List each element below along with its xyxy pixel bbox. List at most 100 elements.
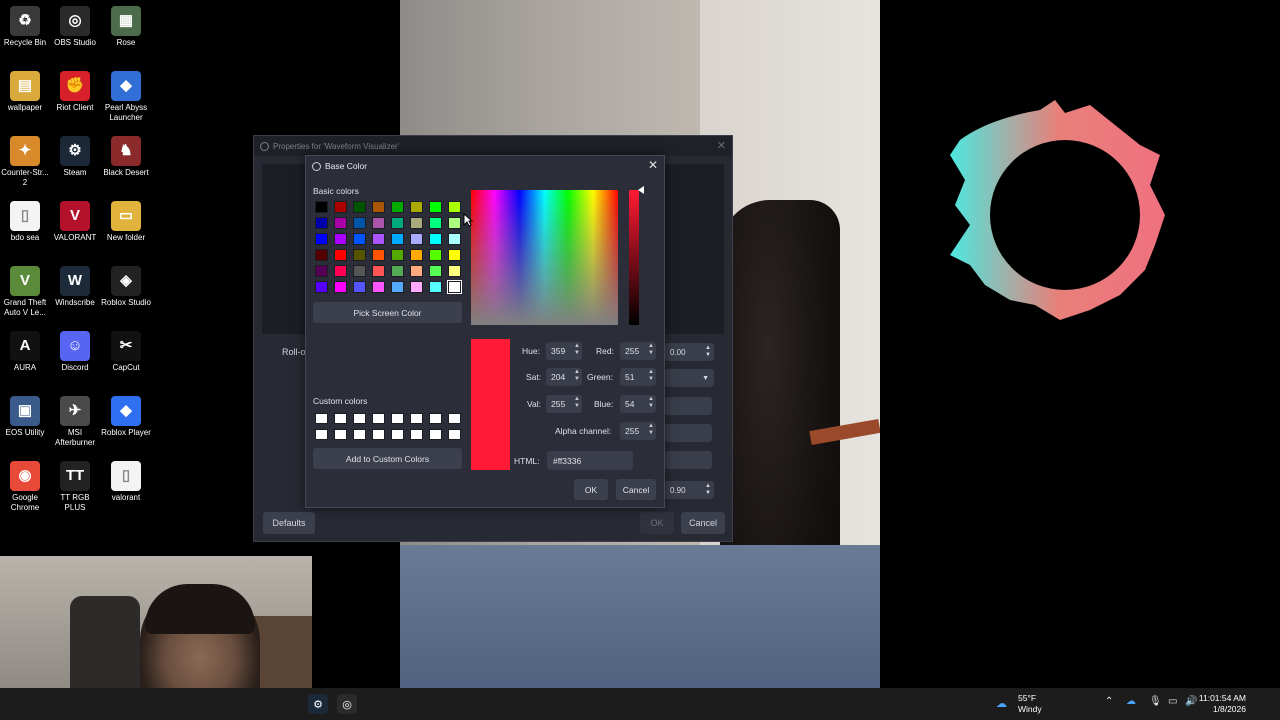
basic-color-swatch[interactable] [429, 281, 442, 293]
red-spinbox[interactable]: 255 ▲ ▼ [620, 342, 656, 360]
basic-color-swatch[interactable] [391, 201, 404, 213]
desktop-icon[interactable]: ▯ bdo sea [0, 199, 50, 243]
dropdown-select[interactable]: ▼ [664, 369, 714, 387]
basic-color-swatch[interactable] [372, 249, 385, 261]
basic-color-swatch[interactable] [353, 217, 366, 229]
spin-arrows-icon[interactable]: ▲ ▼ [705, 345, 711, 359]
defaults-button[interactable]: Defaults [263, 512, 315, 534]
clock[interactable]: 11:01:54 AM 1/8/2026 [1199, 693, 1246, 715]
basic-color-swatch[interactable] [334, 281, 347, 293]
basic-color-swatch[interactable] [315, 217, 328, 229]
basic-color-swatch[interactable] [448, 249, 461, 261]
desktop-icon[interactable]: A AURA [0, 329, 50, 373]
props-field-4[interactable] [664, 424, 712, 442]
custom-color-swatch[interactable] [334, 413, 347, 424]
basic-color-swatch[interactable] [372, 265, 385, 277]
basic-color-swatch[interactable] [448, 201, 461, 213]
network-icon[interactable]: ▭ [1168, 696, 1177, 707]
green-spinbox[interactable]: 51 ▲ ▼ [620, 368, 656, 386]
basic-color-swatch[interactable] [334, 217, 347, 229]
custom-color-swatch[interactable] [410, 413, 423, 424]
custom-color-swatch[interactable] [372, 413, 385, 424]
spin-arrows-icon[interactable]: ▲ ▼ [574, 396, 580, 410]
basic-color-swatch[interactable] [315, 265, 328, 277]
basic-color-swatch[interactable] [448, 233, 461, 245]
custom-color-swatch[interactable] [448, 413, 461, 424]
basic-color-swatch[interactable] [372, 217, 385, 229]
basic-color-swatch[interactable] [315, 233, 328, 245]
alpha-spinbox[interactable]: 255 ▲ ▼ [620, 422, 656, 440]
basic-color-swatch[interactable] [448, 265, 461, 277]
basic-color-swatch[interactable] [315, 281, 328, 293]
dialog-titlebar[interactable]: Base Color [306, 156, 664, 176]
value-pointer-icon[interactable] [638, 186, 644, 194]
basic-color-swatch[interactable] [429, 265, 442, 277]
desktop-icon[interactable]: ✦ Counter-Str... 2 [0, 134, 50, 188]
volume-icon[interactable]: 🔊 [1185, 696, 1197, 707]
rolloff-spinbox[interactable]: 0.00 ▲ ▼ [664, 343, 714, 361]
desktop-icon[interactable]: ◆ Pearl Abyss Launcher [101, 69, 151, 123]
desktop-icon[interactable]: V Grand Theft Auto V Le... [0, 264, 50, 318]
blue-spinbox[interactable]: 54 ▲ ▼ [620, 395, 656, 413]
dialog-cancel-button[interactable]: Cancel [616, 479, 656, 500]
desktop-icon[interactable]: TT TT RGB PLUS [50, 459, 100, 513]
spin-arrows-icon[interactable]: ▲ ▼ [648, 396, 654, 410]
value-slider[interactable] [629, 190, 639, 325]
props-ok-button[interactable]: OK [640, 512, 674, 534]
chevron-up-icon[interactable]: ⌃ [1105, 696, 1113, 707]
desktop-icon[interactable]: ⚙ Steam [50, 134, 100, 178]
custom-color-swatch[interactable] [391, 413, 404, 424]
val-spinbox[interactable]: 255 ▲ ▼ [546, 395, 582, 413]
basic-color-swatch[interactable] [410, 217, 423, 229]
basic-color-swatch[interactable] [391, 265, 404, 277]
basic-color-swatch[interactable] [410, 249, 423, 261]
desktop-icon[interactable]: ◎ OBS Studio [50, 4, 100, 48]
custom-color-swatch[interactable] [410, 429, 423, 440]
basic-color-swatch[interactable] [429, 201, 442, 213]
html-color-input[interactable]: #ff3336 [547, 451, 633, 470]
basic-color-swatch[interactable] [391, 233, 404, 245]
microphone-icon[interactable]: 🎙 [1149, 696, 1162, 707]
basic-color-swatch[interactable] [353, 201, 366, 213]
props-cancel-button[interactable]: Cancel [681, 512, 725, 534]
steam-taskbar-icon[interactable]: ⚙ [308, 694, 328, 714]
pick-screen-color-button[interactable]: Pick Screen Color [313, 302, 462, 323]
dialog-ok-button[interactable]: OK [574, 479, 608, 500]
custom-color-swatch[interactable] [334, 429, 347, 440]
desktop-icon[interactable]: ◉ Google Chrome [0, 459, 50, 513]
basic-color-swatch[interactable] [391, 217, 404, 229]
spin-arrows-icon[interactable]: ▲ ▼ [648, 369, 654, 383]
close-icon[interactable]: ✕ [646, 158, 660, 172]
desktop-icon[interactable]: ✂ CapCut [101, 329, 151, 373]
desktop-icon[interactable]: ✈ MSI Afterburner [50, 394, 100, 448]
basic-color-swatch[interactable] [429, 217, 442, 229]
basic-color-swatch[interactable] [334, 265, 347, 277]
basic-color-swatch[interactable] [429, 233, 442, 245]
custom-color-swatch[interactable] [315, 429, 328, 440]
spin-arrows-icon[interactable]: ▲ ▼ [648, 343, 654, 357]
basic-color-swatch[interactable] [372, 201, 385, 213]
custom-color-swatch[interactable] [429, 413, 442, 424]
desktop-icon[interactable]: ✊ Riot Client [50, 69, 100, 113]
custom-color-swatch[interactable] [315, 413, 328, 424]
close-icon[interactable]: ✕ [717, 139, 726, 152]
basic-color-swatch[interactable] [315, 201, 328, 213]
basic-color-swatch[interactable] [353, 265, 366, 277]
basic-color-swatch[interactable] [429, 249, 442, 261]
spin-arrows-icon[interactable]: ▲ ▼ [648, 423, 654, 437]
basic-color-swatch[interactable] [353, 281, 366, 293]
cloud-icon[interactable]: ☁ [1126, 696, 1136, 707]
basic-color-swatch[interactable] [447, 280, 462, 294]
spin-arrows-icon[interactable]: ▲ ▼ [574, 369, 580, 383]
props-field-3[interactable] [664, 397, 712, 415]
custom-color-swatch[interactable] [448, 429, 461, 440]
add-custom-colors-button[interactable]: Add to Custom Colors [313, 448, 462, 469]
desktop-icon[interactable]: ▭ New folder [101, 199, 151, 243]
basic-color-swatch[interactable] [391, 249, 404, 261]
spin-arrows-icon[interactable]: ▲ ▼ [705, 483, 711, 497]
sat-spinbox[interactable]: 204 ▲ ▼ [546, 368, 582, 386]
desktop-icon[interactable]: ♻ Recycle Bin [0, 4, 50, 48]
weather-widget[interactable]: 55°F Windy [1018, 693, 1042, 715]
desktop-icon[interactable]: ◆ Roblox Player [101, 394, 151, 438]
basic-color-swatch[interactable] [315, 249, 328, 261]
